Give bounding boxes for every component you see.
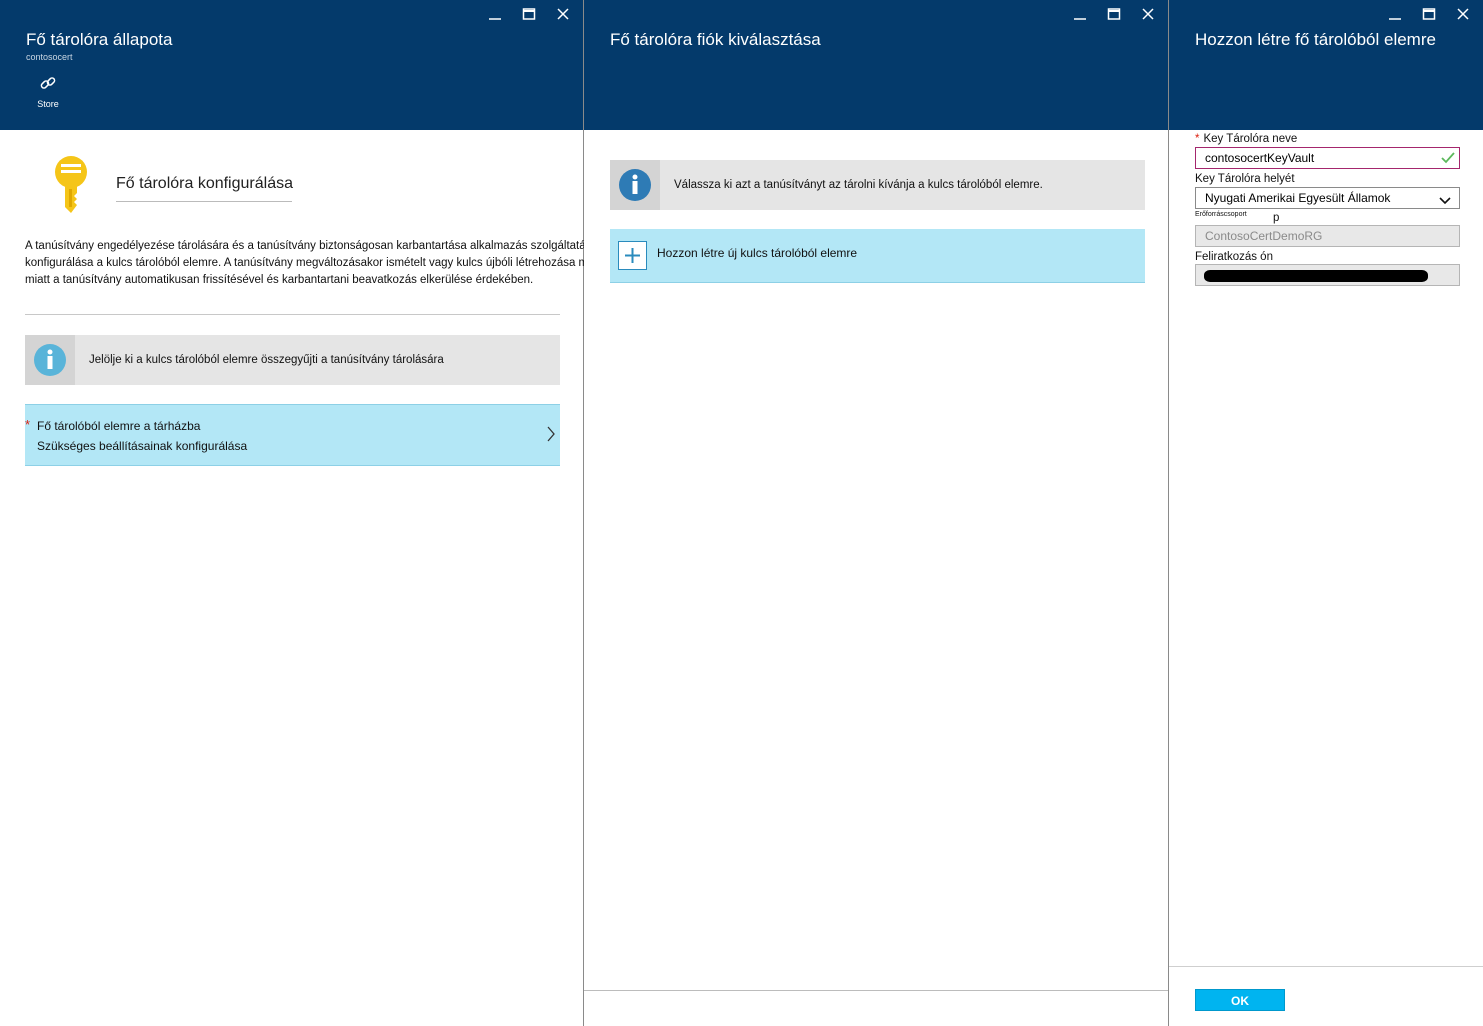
- chevron-right-icon: [546, 425, 556, 448]
- create-key-vault-button[interactable]: Hozzon létre új kulcs tárolóból elemre: [610, 229, 1145, 283]
- key-vault-name-label: * Key Tárolóra neve: [1195, 133, 1297, 145]
- info-text: Válassza ki azt a tanúsítványt az tároln…: [674, 179, 1043, 191]
- location-dropdown[interactable]: Nyugati Amerikai Egyesült Államok: [1195, 187, 1460, 209]
- chevron-down-icon: [1439, 194, 1451, 208]
- required-marker: *: [1195, 133, 1200, 145]
- window-controls: [1070, 6, 1158, 22]
- key-vault-name-label-text: Key Tárolóra neve: [1203, 133, 1298, 145]
- nav-item-title: Fő tárolóból elemre a tárházba: [37, 419, 201, 433]
- link-icon: [40, 77, 56, 89]
- key-vault-name-input[interactable]: contosocertKeyVault: [1195, 147, 1460, 169]
- resource-group-label: Erőforráscsoport: [1195, 211, 1247, 218]
- maximize-icon[interactable]: [519, 6, 539, 22]
- key-vault-name-value: contosocertKeyVault: [1205, 151, 1315, 165]
- close-icon[interactable]: [553, 6, 573, 22]
- minimize-icon[interactable]: [1070, 6, 1090, 22]
- divider: [1169, 966, 1483, 967]
- checkmark-icon: [1441, 152, 1455, 167]
- redacted-value: [1204, 270, 1428, 282]
- section-title: Fő tárolóra konfigurálása: [116, 175, 293, 192]
- divider: [25, 314, 560, 315]
- required-marker: *: [25, 417, 31, 432]
- key-vault-nav-item[interactable]: * Fő tárolóból elemre a tárházba Szükség…: [25, 404, 560, 466]
- close-icon[interactable]: [1453, 6, 1473, 22]
- divider: [584, 990, 1168, 991]
- info-banner: Jelölje ki a kulcs tárolóból elemre össz…: [25, 335, 560, 385]
- subscription-label: Feliratkozás ón: [1195, 251, 1273, 263]
- blade-header: Fő tárolóra fiók kiválasztása: [584, 0, 1168, 130]
- description-text: A tanúsítvány engedélyezése tárolására é…: [25, 240, 619, 286]
- blade-title: Hozzon létre fő tárolóból elemre: [1195, 30, 1436, 49]
- nav-item-subtitle: Szükséges beállításainak konfigurálása: [37, 439, 248, 453]
- minimize-icon[interactable]: [485, 6, 505, 22]
- blade-header: Hozzon létre fő tárolóból elemre: [1169, 0, 1483, 130]
- plus-icon: [618, 241, 647, 270]
- resource-group-value: ContosoCertDemoRG: [1205, 229, 1323, 243]
- blade-header: Fő tárolóra állapota contosocert Store: [0, 0, 583, 130]
- window-controls: [485, 6, 573, 22]
- subscription-input: [1195, 264, 1460, 286]
- close-icon[interactable]: [1138, 6, 1158, 22]
- divider: [116, 201, 292, 202]
- location-label: Key Tárolóra helyét: [1195, 173, 1295, 185]
- blade-select-key-vault: Fő tárolóra fiók kiválasztása Válassza k…: [584, 0, 1169, 1026]
- blade-key-vault-status: Fő tárolóra állapota contosocert Store F…: [0, 0, 619, 1026]
- maximize-icon[interactable]: [1419, 6, 1439, 22]
- store-command-button[interactable]: Store: [30, 74, 66, 109]
- info-icon: [25, 335, 75, 385]
- blade-title: Fő tárolóra állapota: [26, 30, 173, 49]
- blade-title: Fő tárolóra fiók kiválasztása: [610, 30, 821, 49]
- window-controls: [1385, 6, 1473, 22]
- ok-button[interactable]: OK: [1195, 989, 1285, 1011]
- store-command-label: Store: [37, 99, 59, 109]
- minimize-icon[interactable]: [1385, 6, 1405, 22]
- maximize-icon[interactable]: [1104, 6, 1124, 22]
- blade-subtitle: contosocert: [26, 52, 73, 62]
- info-banner: Válassza ki azt a tanúsítványt az tároln…: [610, 160, 1145, 210]
- info-icon: [610, 160, 660, 210]
- blade-create-key-vault: Hozzon létre fő tárolóból elemre * Key Tá…: [1169, 0, 1483, 1026]
- key-icon: [50, 155, 92, 222]
- info-text: Jelölje ki a kulcs tárolóból elemre össz…: [89, 354, 444, 366]
- resource-group-label-suffix: p: [1273, 212, 1280, 224]
- create-key-vault-label: Hozzon létre új kulcs tárolóból elemre: [657, 246, 858, 260]
- resource-group-input: ContosoCertDemoRG: [1195, 225, 1460, 247]
- location-value: Nyugati Amerikai Egyesült Államok: [1205, 191, 1391, 205]
